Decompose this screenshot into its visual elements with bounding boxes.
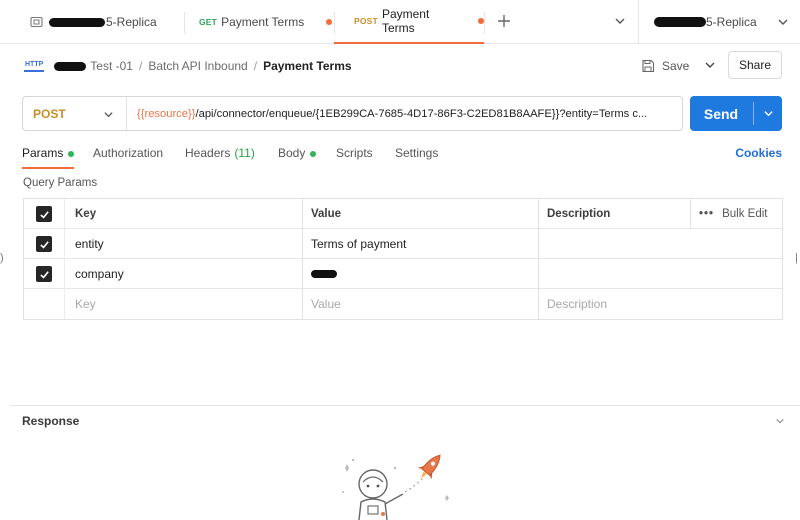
param-key[interactable]: company	[64, 259, 302, 289]
resize-handle[interactable]: |	[795, 252, 798, 264]
tab-params[interactable]: Params	[22, 143, 75, 169]
chevron-down-icon	[704, 59, 716, 74]
new-key-input[interactable]: Key	[64, 289, 302, 319]
column-header-key: Key	[64, 199, 302, 229]
tab-scripts[interactable]: Scripts	[336, 143, 373, 169]
astronaut-illustration	[335, 448, 465, 520]
collection-icon	[30, 16, 43, 29]
param-value[interactable]: Terms of payment	[302, 229, 538, 259]
tab-settings[interactable]: Settings	[395, 143, 438, 169]
breadcrumb-folder[interactable]: Batch API Inbound	[148, 59, 247, 73]
tab-scripts-label: Scripts	[336, 146, 373, 160]
save-icon	[641, 59, 655, 73]
url-input[interactable]: {{resource}} /api/connector/enqueue/{1EB…	[137, 97, 677, 130]
environment-label: 5-Replica	[706, 15, 757, 29]
tab-body[interactable]: Body	[278, 143, 317, 169]
new-value-input[interactable]: Value	[302, 289, 538, 319]
query-params-table: Key Value Description ••• Bulk Edit enti…	[23, 198, 783, 320]
share-button[interactable]: Share	[728, 51, 782, 79]
method-select[interactable]: POST	[23, 97, 127, 130]
environment-selector[interactable]: 5-Replica	[654, 0, 789, 44]
breadcrumb: HTTP Test -01 / Batch API Inbound / Paym…	[24, 59, 352, 73]
tab-method: GET	[199, 17, 218, 27]
table-row-empty: Key Value Description	[24, 289, 782, 319]
request-section-tabs: Params Authorization Headers (11) Body S…	[22, 143, 782, 169]
bulk-edit-area: ••• Bulk Edit	[690, 199, 782, 229]
method-label: POST	[33, 106, 66, 121]
tab-get-payment-terms[interactable]: GET Payment Terms	[199, 0, 333, 44]
tab-headers-label: Headers	[185, 146, 231, 160]
http-icon: HTTP	[24, 61, 45, 72]
tab-post-payment-terms[interactable]: POST Payment Terms	[334, 0, 484, 44]
unsaved-dot	[326, 19, 333, 25]
url-variable: {{resource}}	[137, 107, 196, 120]
tab-params-label: Params	[22, 146, 64, 160]
redacted-text	[54, 61, 87, 71]
param-description[interactable]	[538, 229, 690, 259]
active-dot	[310, 151, 317, 157]
tab-divider	[638, 0, 639, 44]
breadcrumb-collection[interactable]: Test -01	[90, 59, 133, 73]
tab-divider	[184, 12, 185, 34]
param-description[interactable]	[538, 259, 690, 289]
save-label: Save	[662, 59, 690, 73]
save-options-button[interactable]	[700, 56, 720, 76]
active-dot	[68, 151, 75, 157]
plus-icon	[497, 14, 511, 31]
tab-label: Payment Terms	[221, 15, 305, 29]
send-button[interactable]: Send	[690, 96, 782, 131]
new-tab-button[interactable]	[497, 0, 511, 44]
breadcrumb-current[interactable]: Payment Terms	[263, 59, 351, 73]
redacted-text	[311, 270, 337, 278]
tab-body-label: Body	[278, 146, 306, 160]
bulk-edit-button[interactable]: Bulk Edit	[722, 208, 767, 220]
row-checkbox[interactable]	[36, 236, 52, 252]
row-checkbox[interactable]	[36, 266, 52, 282]
cookies-link[interactable]: Cookies	[735, 146, 782, 160]
tabs-overflow-button[interactable]	[614, 0, 626, 44]
tab-authorization[interactable]: Authorization	[93, 143, 163, 169]
redacted-text	[49, 17, 105, 27]
param-value[interactable]	[302, 259, 538, 289]
send-label: Send	[703, 105, 739, 122]
resize-handle[interactable]: )	[0, 252, 4, 264]
column-header-value: Value	[302, 199, 538, 229]
tab-settings-label: Settings	[395, 146, 439, 160]
chevron-down-icon[interactable]	[775, 415, 785, 429]
chevron-down-icon	[777, 16, 789, 28]
tab-divider	[484, 12, 485, 34]
save-button[interactable]: Save	[641, 54, 689, 78]
table-header-row: Key Value Description ••• Bulk Edit	[24, 199, 782, 229]
select-all-checkbox[interactable]	[36, 206, 52, 222]
tab-collection-replica[interactable]: 5-Replica	[30, 0, 157, 44]
chevron-down-icon[interactable]	[756, 96, 780, 131]
more-options-icon[interactable]: •••	[699, 208, 714, 220]
table-row: entity Terms of payment	[24, 229, 782, 259]
response-divider[interactable]	[10, 405, 800, 406]
tab-method: POST	[354, 16, 378, 26]
query-params-title: Query Params	[23, 177, 98, 189]
tab-label: Payment Terms	[381, 7, 430, 35]
column-header-description: Description	[538, 199, 690, 229]
table-row: company	[24, 259, 782, 289]
tab-headers[interactable]: Headers (11)	[185, 143, 255, 169]
url-bar: POST {{resource}} /api/connector/enqueue…	[22, 96, 683, 131]
tab-label: 5-Replica	[106, 15, 157, 29]
chevron-down-icon	[614, 15, 626, 30]
redacted-text	[654, 17, 706, 27]
headers-count: (11)	[234, 146, 255, 160]
chevron-down-icon	[103, 109, 114, 123]
response-title: Response	[22, 414, 80, 428]
request-tab-bar: 5-Replica GET Payment Terms POST Payment…	[0, 0, 800, 44]
url-path: /api/connector/enqueue/{1EB299CA-7685-4D…	[195, 107, 648, 120]
tab-authorization-label: Authorization	[93, 146, 164, 160]
new-description-input[interactable]: Description	[538, 289, 690, 319]
param-key[interactable]: entity	[64, 229, 302, 259]
